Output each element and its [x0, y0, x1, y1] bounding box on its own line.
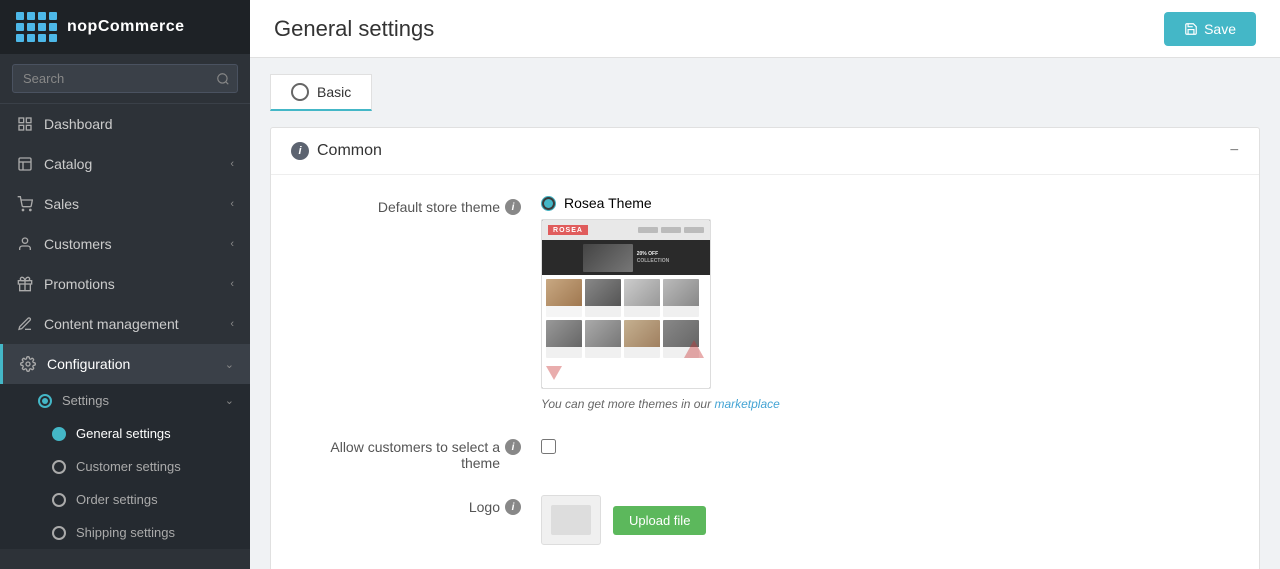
chevron-down-icon: ⌄	[225, 358, 234, 371]
sidebar-sub-label: Shipping settings	[76, 525, 175, 540]
sidebar-item-label: Dashboard	[44, 116, 234, 132]
main-header: General settings Save	[250, 0, 1280, 58]
sidebar-item-label: Sales	[44, 196, 220, 212]
logo-label: Logo i	[301, 495, 521, 515]
sidebar-sub-label: Order settings	[76, 492, 158, 507]
dot-icon	[52, 460, 66, 474]
common-panel-body: Default store theme i Rosea Theme ROSEA	[271, 175, 1259, 569]
sidebar-sub-label: Customer settings	[76, 459, 181, 474]
save-button[interactable]: Save	[1164, 12, 1256, 46]
save-icon	[1184, 22, 1198, 36]
sidebar-item-customer-settings[interactable]: Customer settings	[0, 450, 250, 483]
sidebar-item-order-settings[interactable]: Order settings	[0, 483, 250, 516]
theme-logo: ROSEA	[548, 225, 588, 235]
common-panel-header: i Common −	[271, 128, 1259, 175]
sales-icon	[16, 195, 34, 213]
content-area: Basic i Common − Default store theme i	[250, 58, 1280, 569]
allow-select-theme-row: Allow customers to select a theme i	[301, 435, 1229, 471]
dashboard-icon	[16, 115, 34, 133]
tab-basic[interactable]: Basic	[270, 74, 372, 111]
allow-select-theme-control	[541, 435, 1229, 454]
default-theme-row: Default store theme i Rosea Theme ROSEA	[301, 195, 1229, 411]
page-title: General settings	[274, 16, 434, 42]
info-icon: i	[291, 142, 309, 160]
marketplace-link[interactable]: marketplace	[714, 397, 779, 411]
common-panel-title: i Common	[291, 142, 382, 160]
logo-control: Upload file	[541, 495, 1229, 545]
customers-icon	[16, 235, 34, 253]
sidebar-item-label: Content management	[44, 316, 220, 332]
theme-preview-image: ROSEA	[541, 219, 711, 389]
brand-name: nopCommerce	[67, 18, 185, 36]
chevron-right-icon: ‹	[230, 318, 234, 330]
configuration-submenu: Settings ⌄ General settings Customer set…	[0, 384, 250, 549]
allow-theme-help-icon[interactable]: i	[505, 439, 521, 455]
rosea-theme-radio[interactable]	[541, 196, 556, 211]
rosea-theme-label: Rosea Theme	[564, 195, 652, 211]
catalog-icon	[16, 155, 34, 173]
search-input[interactable]	[12, 64, 238, 93]
sidebar-item-label: Customers	[44, 236, 220, 252]
sidebar-item-label: Promotions	[44, 276, 220, 292]
search-icon	[216, 72, 230, 86]
sidebar-item-customers[interactable]: Customers ‹	[0, 224, 250, 264]
sidebar-item-label: Configuration	[47, 356, 215, 372]
sidebar-item-content-management[interactable]: Content management ‹	[0, 304, 250, 344]
logo-icon	[16, 12, 57, 42]
sidebar-item-general-settings[interactable]: General settings	[0, 417, 250, 450]
sidebar-item-catalog[interactable]: Catalog ‹	[0, 144, 250, 184]
tab-bar: Basic	[270, 74, 1260, 111]
configuration-icon	[19, 355, 37, 373]
content-icon	[16, 315, 34, 333]
chevron-right-icon: ‹	[230, 198, 234, 210]
dot-active-icon	[52, 427, 66, 441]
default-theme-label: Default store theme i	[301, 195, 521, 215]
sidebar-item-label: Catalog	[44, 156, 220, 172]
sidebar-item-shipping-settings[interactable]: Shipping settings	[0, 516, 250, 549]
sidebar-sub-label: General settings	[76, 426, 171, 441]
chevron-right-icon: ‹	[230, 278, 234, 290]
dot-icon	[52, 526, 66, 540]
promotions-icon	[16, 275, 34, 293]
sidebar-item-configuration[interactable]: Configuration ⌄	[0, 344, 250, 384]
main-content: General settings Save Basic i Common −	[250, 0, 1280, 569]
sidebar-item-sales[interactable]: Sales ‹	[0, 184, 250, 224]
allow-select-theme-checkbox[interactable]	[541, 439, 556, 454]
sidebar: nopCommerce Dashboard Catalog ‹ Sales ‹	[0, 0, 250, 569]
sidebar-header: nopCommerce	[0, 0, 250, 54]
tab-basic-label: Basic	[317, 84, 351, 100]
default-theme-help-icon[interactable]: i	[505, 199, 521, 215]
dot-icon	[38, 394, 52, 408]
default-theme-control: Rosea Theme ROSEA	[541, 195, 1229, 411]
sidebar-sub-label: Settings	[62, 393, 109, 408]
rosea-theme-option: Rosea Theme	[541, 195, 1229, 211]
collapse-button[interactable]: −	[1230, 143, 1239, 159]
sidebar-item-settings[interactable]: Settings ⌄	[0, 384, 250, 417]
logo-help-icon[interactable]: i	[505, 499, 521, 515]
common-section: i Common − Default store theme i Rosea T…	[270, 127, 1260, 569]
dot-icon	[52, 493, 66, 507]
search-container	[0, 54, 250, 104]
allow-select-theme-label: Allow customers to select a theme i	[301, 435, 521, 471]
chevron-right-icon: ‹	[230, 158, 234, 170]
marketplace-text: You can get more themes in our marketpla…	[541, 397, 1229, 411]
sidebar-item-promotions[interactable]: Promotions ‹	[0, 264, 250, 304]
logo-row: Logo i Upload file	[301, 495, 1229, 545]
chevron-down-icon: ⌄	[225, 394, 234, 407]
upload-button[interactable]: Upload file	[613, 506, 706, 535]
tab-basic-icon	[291, 83, 309, 101]
sidebar-item-dashboard[interactable]: Dashboard	[0, 104, 250, 144]
chevron-right-icon: ‹	[230, 238, 234, 250]
